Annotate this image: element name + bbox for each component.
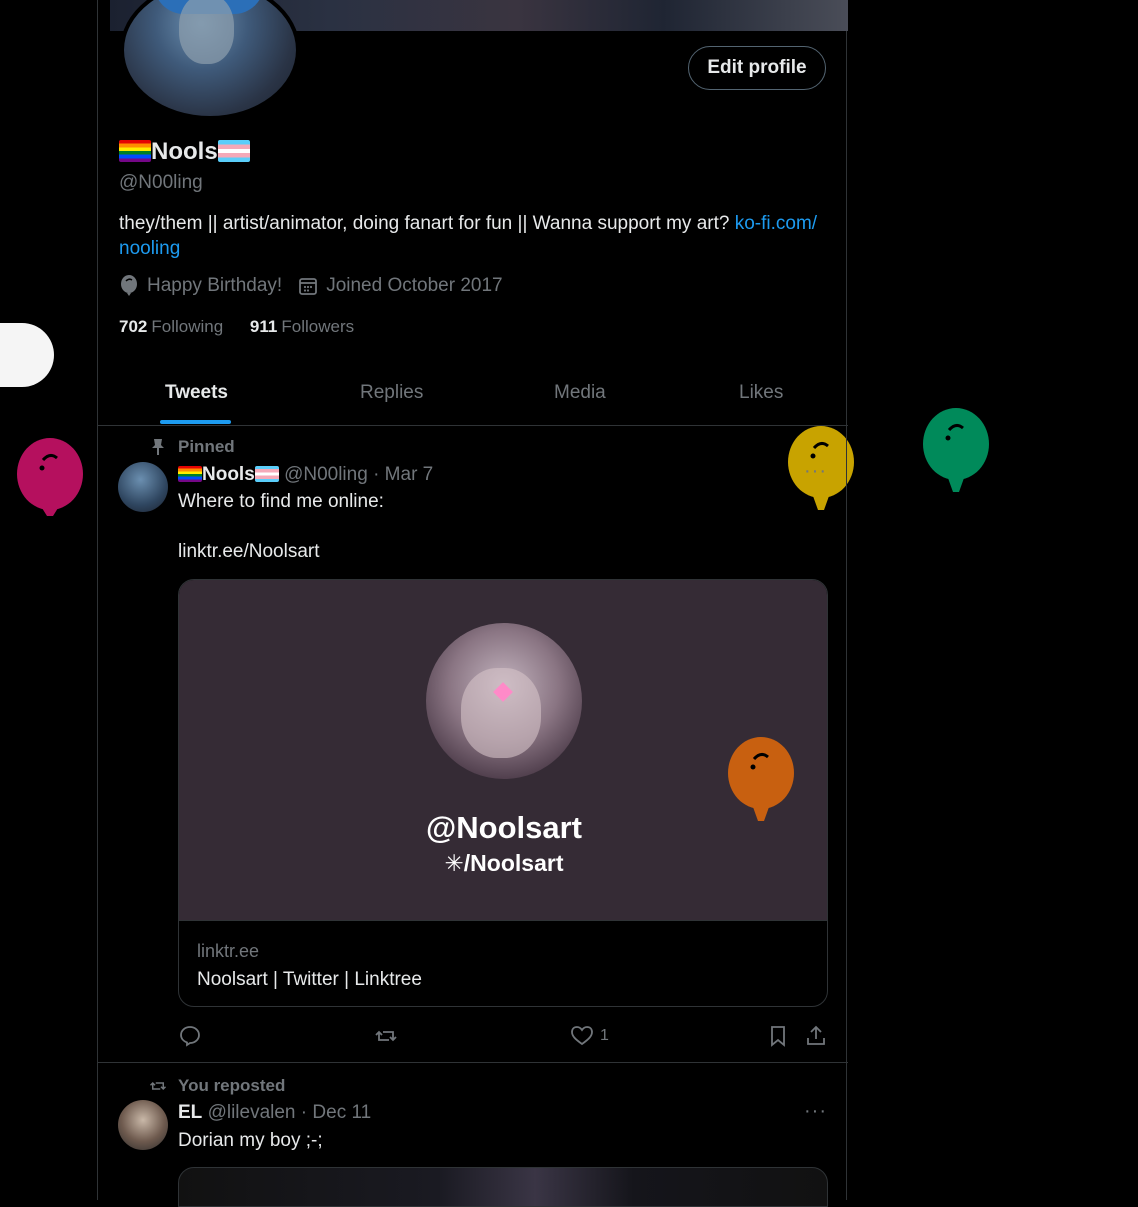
pin-icon bbox=[152, 439, 164, 455]
sidebar-pill[interactable] bbox=[0, 323, 54, 387]
profile-column: Edit profile Nools @N00ling they/them ||… bbox=[97, 0, 848, 1207]
repost-context: You reposted bbox=[148, 1076, 285, 1096]
like-count: 1 bbox=[600, 1027, 609, 1044]
reply-button[interactable] bbox=[178, 1024, 202, 1048]
rainbow-flag-icon bbox=[119, 140, 151, 162]
tweet-text: Dorian my boy ;-; bbox=[178, 1130, 323, 1151]
tweet-link[interactable]: linktr.ee/Noolsart bbox=[178, 541, 320, 563]
tweet-more-icon[interactable]: ··· bbox=[804, 460, 827, 483]
profile-name: Nools bbox=[119, 138, 250, 166]
share-button[interactable] bbox=[804, 1024, 828, 1048]
joined-text: Joined October 2017 bbox=[326, 275, 503, 296]
retweet-button[interactable] bbox=[374, 1024, 398, 1048]
edit-profile-button[interactable]: Edit profile bbox=[688, 46, 826, 90]
tweet-author-handle[interactable]: @N00ling bbox=[284, 464, 368, 485]
tweet-separator: · bbox=[373, 464, 380, 485]
following-label: Following bbox=[151, 317, 224, 336]
like-button[interactable]: 1 bbox=[570, 1024, 609, 1048]
followers-link[interactable]: 911 Followers bbox=[250, 317, 354, 336]
profile-bio: they/them || artist/animator, doing fana… bbox=[119, 211, 831, 261]
tweet-avatar[interactable] bbox=[118, 462, 168, 512]
profile-meta: Happy Birthday! Joined October 2017 bbox=[119, 275, 519, 297]
tab-tweets[interactable]: Tweets bbox=[165, 360, 228, 426]
avatar-face bbox=[179, 0, 234, 64]
balloon-pink-icon bbox=[17, 438, 83, 516]
trans-flag-icon bbox=[254, 466, 279, 482]
card-title: @Noolsart bbox=[426, 810, 582, 845]
card-domain: linktr.ee bbox=[197, 941, 260, 961]
profile-tabs: Tweets Replies Media Likes bbox=[98, 360, 848, 426]
tweet-avatar[interactable] bbox=[118, 1100, 168, 1150]
calendar-icon bbox=[299, 278, 318, 295]
tweet-header: EL @lilevalen · Dec 11 bbox=[178, 1102, 371, 1124]
card-description: Noolsart | Twitter | Linktree bbox=[197, 969, 422, 990]
retweet-icon bbox=[375, 1030, 397, 1042]
tweet-author-name[interactable]: Nools bbox=[202, 464, 255, 485]
card-subtitle-text: /Noolsart bbox=[463, 850, 564, 876]
profile-name-text: Nools bbox=[151, 138, 218, 165]
heart-icon bbox=[571, 1026, 593, 1046]
tab-media[interactable]: Media bbox=[554, 360, 606, 426]
tweet-more-icon[interactable]: ··· bbox=[804, 1100, 827, 1123]
tweet-media[interactable] bbox=[178, 1167, 828, 1207]
tweet-text: Where to find me online: bbox=[178, 491, 384, 512]
birthday-text: Happy Birthday! bbox=[147, 275, 283, 296]
link-card-footer: linktr.ee Noolsart | Twitter | Linktree bbox=[179, 920, 827, 1006]
tweet-author-handle[interactable]: @lilevalen bbox=[208, 1102, 296, 1123]
active-tab-indicator bbox=[160, 420, 231, 424]
bookmark-button[interactable] bbox=[766, 1024, 790, 1048]
profile-handle: @N00ling bbox=[119, 172, 203, 193]
tweet-separator: · bbox=[300, 1102, 308, 1123]
retweet-icon bbox=[149, 1081, 167, 1091]
reply-icon bbox=[180, 1026, 200, 1047]
tab-likes[interactable]: Likes bbox=[739, 360, 783, 426]
profile-avatar[interactable] bbox=[120, 0, 300, 120]
joined-item: Joined October 2017 bbox=[298, 275, 503, 297]
link-card-image: @Noolsart ✳/Noolsart bbox=[179, 580, 827, 920]
card-avatar-image bbox=[426, 623, 582, 779]
pinned-context: Pinned bbox=[150, 437, 235, 457]
repost-label: You reposted bbox=[178, 1076, 286, 1095]
linktree-icon: ✳ bbox=[444, 850, 464, 876]
bio-text: they/them || artist/animator, doing fana… bbox=[119, 213, 735, 234]
tweet-divider bbox=[98, 1062, 848, 1063]
balloon-icon bbox=[121, 275, 137, 296]
card-subtitle: ✳/Noolsart bbox=[179, 850, 827, 877]
tab-replies[interactable]: Replies bbox=[360, 360, 423, 426]
tweet-author-name[interactable]: EL bbox=[178, 1102, 202, 1123]
rainbow-flag-icon bbox=[178, 466, 202, 482]
pinned-label: Pinned bbox=[178, 437, 235, 456]
balloon-green-icon bbox=[923, 408, 989, 492]
tweet-date[interactable]: Dec 11 bbox=[312, 1102, 371, 1123]
following-link[interactable]: 702 Following bbox=[119, 317, 223, 336]
bookmark-icon bbox=[771, 1026, 785, 1047]
share-icon bbox=[807, 1025, 825, 1045]
tweet-date[interactable]: Mar 7 bbox=[385, 464, 434, 485]
card-avatar-face bbox=[461, 668, 541, 758]
following-count: 702 bbox=[119, 317, 148, 336]
follow-stats: 702 Following 911 Followers bbox=[119, 317, 376, 337]
trans-flag-icon bbox=[217, 140, 250, 162]
followers-count: 911 bbox=[249, 317, 278, 336]
tweet-header: Nools @N00ling · Mar 7 bbox=[178, 464, 433, 486]
followers-label: Followers bbox=[281, 317, 355, 336]
link-card[interactable]: @Noolsart ✳/Noolsart linktr.ee Noolsart … bbox=[178, 579, 828, 1007]
birthday-item: Happy Birthday! bbox=[119, 275, 282, 297]
